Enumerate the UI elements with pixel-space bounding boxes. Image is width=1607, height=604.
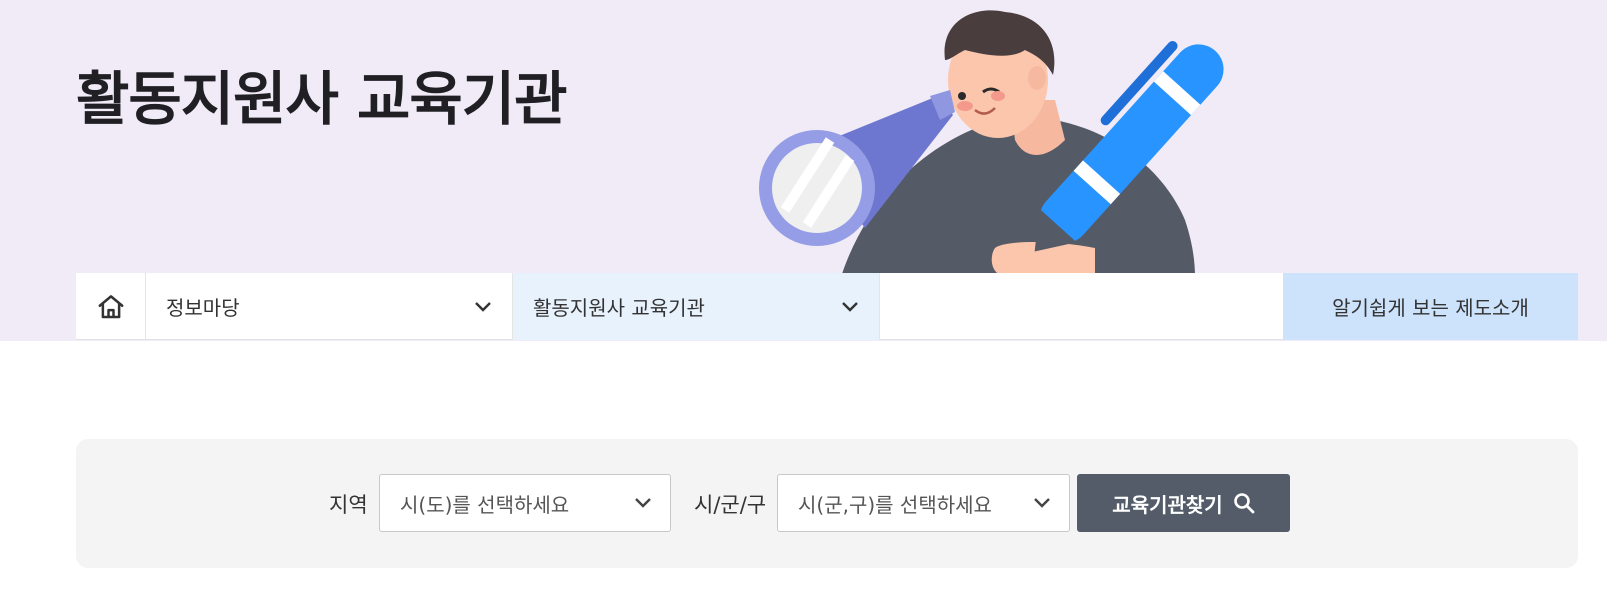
search-panel: 지역 시(도)를 선택하세요 시/군/구 시(군,구)를 선택하세요 교육기관찾… bbox=[76, 439, 1578, 568]
find-institution-button[interactable]: 교육기관찾기 bbox=[1077, 474, 1290, 532]
nav-dropdown-info[interactable]: 정보마당 bbox=[146, 273, 513, 340]
chevron-down-icon bbox=[474, 301, 492, 313]
district-select-value: 시(군,구)를 선택하세요 bbox=[798, 492, 992, 517]
chevron-down-icon bbox=[1033, 497, 1051, 509]
find-institution-button-label: 교육기관찾기 bbox=[1112, 492, 1223, 517]
region-select[interactable]: 시(도)를 선택하세요 bbox=[379, 474, 671, 532]
district-label: 시/군/구 bbox=[694, 493, 767, 517]
region-label: 지역 bbox=[329, 493, 368, 517]
region-select-value: 시(도)를 선택하세요 bbox=[400, 492, 570, 517]
telescope-person-illustration bbox=[759, 10, 1224, 280]
nav-dropdown-institution-label: 활동지원사 교육기관 bbox=[533, 296, 705, 320]
page-title: 활동지원사 교육기관 bbox=[76, 65, 567, 133]
system-intro-link[interactable]: 알기쉽게 보는 제도소개 bbox=[1283, 273, 1578, 340]
home-icon bbox=[96, 292, 126, 322]
search-icon bbox=[1233, 492, 1255, 514]
home-button[interactable] bbox=[76, 273, 146, 340]
location-navbar: 정보마당 활동지원사 교육기관 알기쉽게 보는 제도소개 bbox=[76, 273, 1578, 340]
district-select[interactable]: 시(군,구)를 선택하세요 bbox=[777, 474, 1070, 532]
nav-dropdown-info-label: 정보마당 bbox=[166, 296, 240, 320]
chevron-down-icon bbox=[634, 497, 652, 509]
chevron-down-icon bbox=[841, 301, 859, 313]
nav-dropdown-institution[interactable]: 활동지원사 교육기관 bbox=[513, 273, 880, 340]
